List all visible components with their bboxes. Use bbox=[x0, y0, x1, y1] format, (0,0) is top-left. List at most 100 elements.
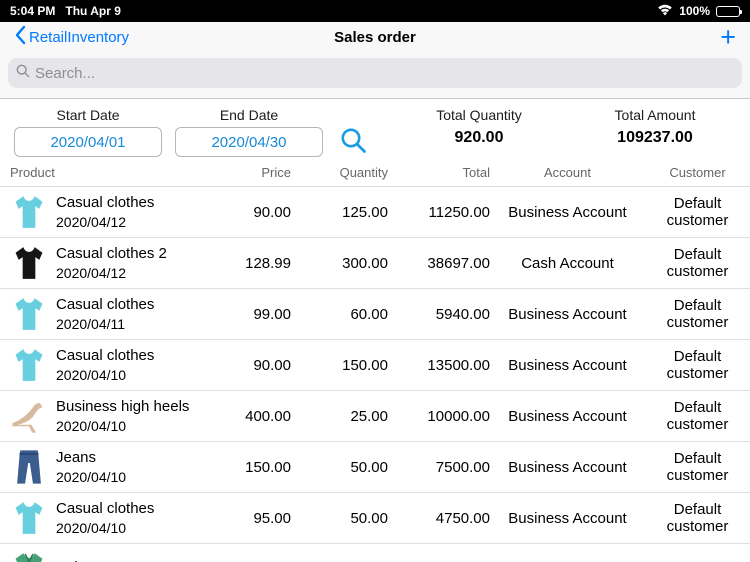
header-chrome: RetailInventory Sales order + Search... bbox=[0, 22, 750, 99]
start-date-input[interactable]: 2020/04/01 bbox=[14, 127, 162, 157]
product-date: 2020/04/10 bbox=[56, 418, 189, 434]
total-cell: 13500.00 bbox=[388, 357, 490, 374]
price-cell: 99.00 bbox=[200, 306, 291, 323]
quantity-cell: 60.00 bbox=[291, 306, 388, 323]
customer-cell: Default customer bbox=[645, 399, 750, 433]
product-date: 2020/04/12 bbox=[56, 265, 167, 281]
start-date-label: Start Date bbox=[14, 107, 162, 123]
product-name: Casual clothes bbox=[56, 347, 154, 364]
table-row[interactable]: Casual clothes 2020/04/12 90.00 125.00 1… bbox=[0, 187, 750, 238]
table-row[interactable]: Casual clothes 2020/04/11 99.00 60.00 59… bbox=[0, 289, 750, 340]
back-label: RetailInventory bbox=[29, 29, 129, 46]
table-row[interactable]: Casual clothes 2020/04/10 95.00 50.00 47… bbox=[0, 493, 750, 544]
product-cell: Casual clothes 2020/04/11 bbox=[0, 295, 200, 333]
product-name: Business high heels bbox=[56, 398, 189, 415]
customer-cell: Default customer bbox=[645, 501, 750, 535]
product-cell: Casual clothes 2020/04/10 bbox=[0, 346, 200, 384]
column-header-customer: Customer bbox=[645, 165, 750, 180]
tshirt-cyan-icon bbox=[10, 499, 48, 537]
column-header-account: Account bbox=[490, 165, 645, 180]
battery-icon bbox=[716, 6, 740, 17]
status-date: Thu Apr 9 bbox=[65, 4, 121, 18]
product-name: Casual clothes bbox=[56, 194, 154, 211]
total-quantity-label: Total Quantity bbox=[404, 107, 554, 123]
quantity-cell: 25.00 bbox=[291, 408, 388, 425]
product-date: 2020/04/11 bbox=[56, 316, 154, 332]
customer-cell: Default customer bbox=[645, 348, 750, 382]
table-row[interactable]: Jeans 2020/04/10 150.00 50.00 7500.00 Bu… bbox=[0, 442, 750, 493]
battery-percent: 100% bbox=[679, 4, 710, 18]
end-date-input[interactable]: 2020/04/30 bbox=[175, 127, 323, 157]
sales-order-screen: 5:04 PM Thu Apr 9 100% RetailInventory bbox=[0, 0, 750, 562]
table-row[interactable]: Business high heels 2020/04/10 400.00 25… bbox=[0, 391, 750, 442]
product-date: 2020/04/12 bbox=[56, 214, 154, 230]
column-header-price: Price bbox=[200, 165, 291, 180]
product-cell: Jeans 2020/04/10 bbox=[0, 448, 200, 486]
column-header-quantity: Quantity bbox=[291, 165, 388, 180]
product-cell: Business high heels 2020/04/10 bbox=[0, 397, 200, 435]
account-cell: Business Account bbox=[490, 306, 645, 323]
high-heel-icon bbox=[10, 397, 48, 435]
product-date: 2020/04/10 bbox=[56, 367, 154, 383]
price-cell: 90.00 bbox=[200, 204, 291, 221]
quantity-cell: 150.00 bbox=[291, 357, 388, 374]
product-cell: Casual clothes 2 2020/04/12 bbox=[0, 244, 200, 282]
back-button[interactable]: RetailInventory bbox=[14, 25, 129, 49]
product-cell: Polo bbox=[0, 550, 200, 562]
quantity-cell: 50.00 bbox=[291, 510, 388, 527]
product-name: Jeans bbox=[56, 449, 126, 466]
tshirt-cyan-icon bbox=[10, 193, 48, 231]
end-date-label: End Date bbox=[175, 107, 323, 123]
product-name: Casual clothes bbox=[56, 296, 154, 313]
tshirt-black-icon bbox=[10, 244, 48, 282]
add-button[interactable]: + bbox=[720, 26, 736, 48]
polo-icon bbox=[10, 550, 48, 562]
total-cell: 7500.00 bbox=[388, 459, 490, 476]
account-cell: Business Account bbox=[490, 204, 645, 221]
search-icon bbox=[16, 64, 30, 82]
product-name: Casual clothes bbox=[56, 500, 154, 517]
table-row[interactable]: Casual clothes 2020/04/10 90.00 150.00 1… bbox=[0, 340, 750, 391]
product-date: 2020/04/10 bbox=[56, 520, 154, 536]
quantity-cell: 300.00 bbox=[291, 255, 388, 272]
column-header-product: Product bbox=[0, 165, 200, 180]
filter-panel: Start Date End Date Total Quantity Total… bbox=[0, 99, 750, 187]
status-time: 5:04 PM bbox=[10, 4, 55, 18]
customer-cell: Default customer bbox=[645, 195, 750, 229]
total-amount-value: 109237.00 bbox=[580, 129, 730, 147]
product-date: 2020/04/10 bbox=[56, 469, 126, 485]
account-cell: Cash Account bbox=[490, 255, 645, 272]
total-quantity-value: 920.00 bbox=[404, 129, 554, 147]
price-cell: 150.00 bbox=[200, 459, 291, 476]
nav-bar: RetailInventory Sales order + bbox=[0, 22, 750, 52]
total-cell: 11250.00 bbox=[388, 204, 490, 221]
price-cell: 95.00 bbox=[200, 510, 291, 527]
account-cell: Business Account bbox=[490, 357, 645, 374]
account-cell: Business Account bbox=[490, 408, 645, 425]
filter-search-button[interactable] bbox=[338, 125, 368, 155]
search-placeholder: Search... bbox=[35, 65, 95, 82]
table-column-headers: Product Price Quantity Total Account Cus… bbox=[0, 162, 750, 182]
wifi-icon bbox=[657, 4, 673, 19]
customer-cell: Default customer bbox=[645, 450, 750, 484]
tshirt-cyan-icon bbox=[10, 295, 48, 333]
total-amount-label: Total Amount bbox=[580, 107, 730, 123]
table-row[interactable]: Casual clothes 2 2020/04/12 128.99 300.0… bbox=[0, 238, 750, 289]
tshirt-cyan-icon bbox=[10, 346, 48, 384]
account-cell: Business Account bbox=[490, 510, 645, 527]
customer-cell: Default customer bbox=[645, 297, 750, 331]
table-row[interactable]: Polo bbox=[0, 544, 750, 562]
price-cell: 90.00 bbox=[200, 357, 291, 374]
price-cell: 400.00 bbox=[200, 408, 291, 425]
product-cell: Casual clothes 2020/04/10 bbox=[0, 499, 200, 537]
total-cell: 4750.00 bbox=[388, 510, 490, 527]
price-cell: 128.99 bbox=[200, 255, 291, 272]
total-cell: 10000.00 bbox=[388, 408, 490, 425]
product-name: Casual clothes 2 bbox=[56, 245, 167, 262]
search-bar: Search... bbox=[0, 52, 750, 98]
total-cell: 5940.00 bbox=[388, 306, 490, 323]
search-input[interactable]: Search... bbox=[8, 58, 742, 88]
account-cell: Business Account bbox=[490, 459, 645, 476]
quantity-cell: 50.00 bbox=[291, 459, 388, 476]
jeans-icon bbox=[10, 448, 48, 486]
